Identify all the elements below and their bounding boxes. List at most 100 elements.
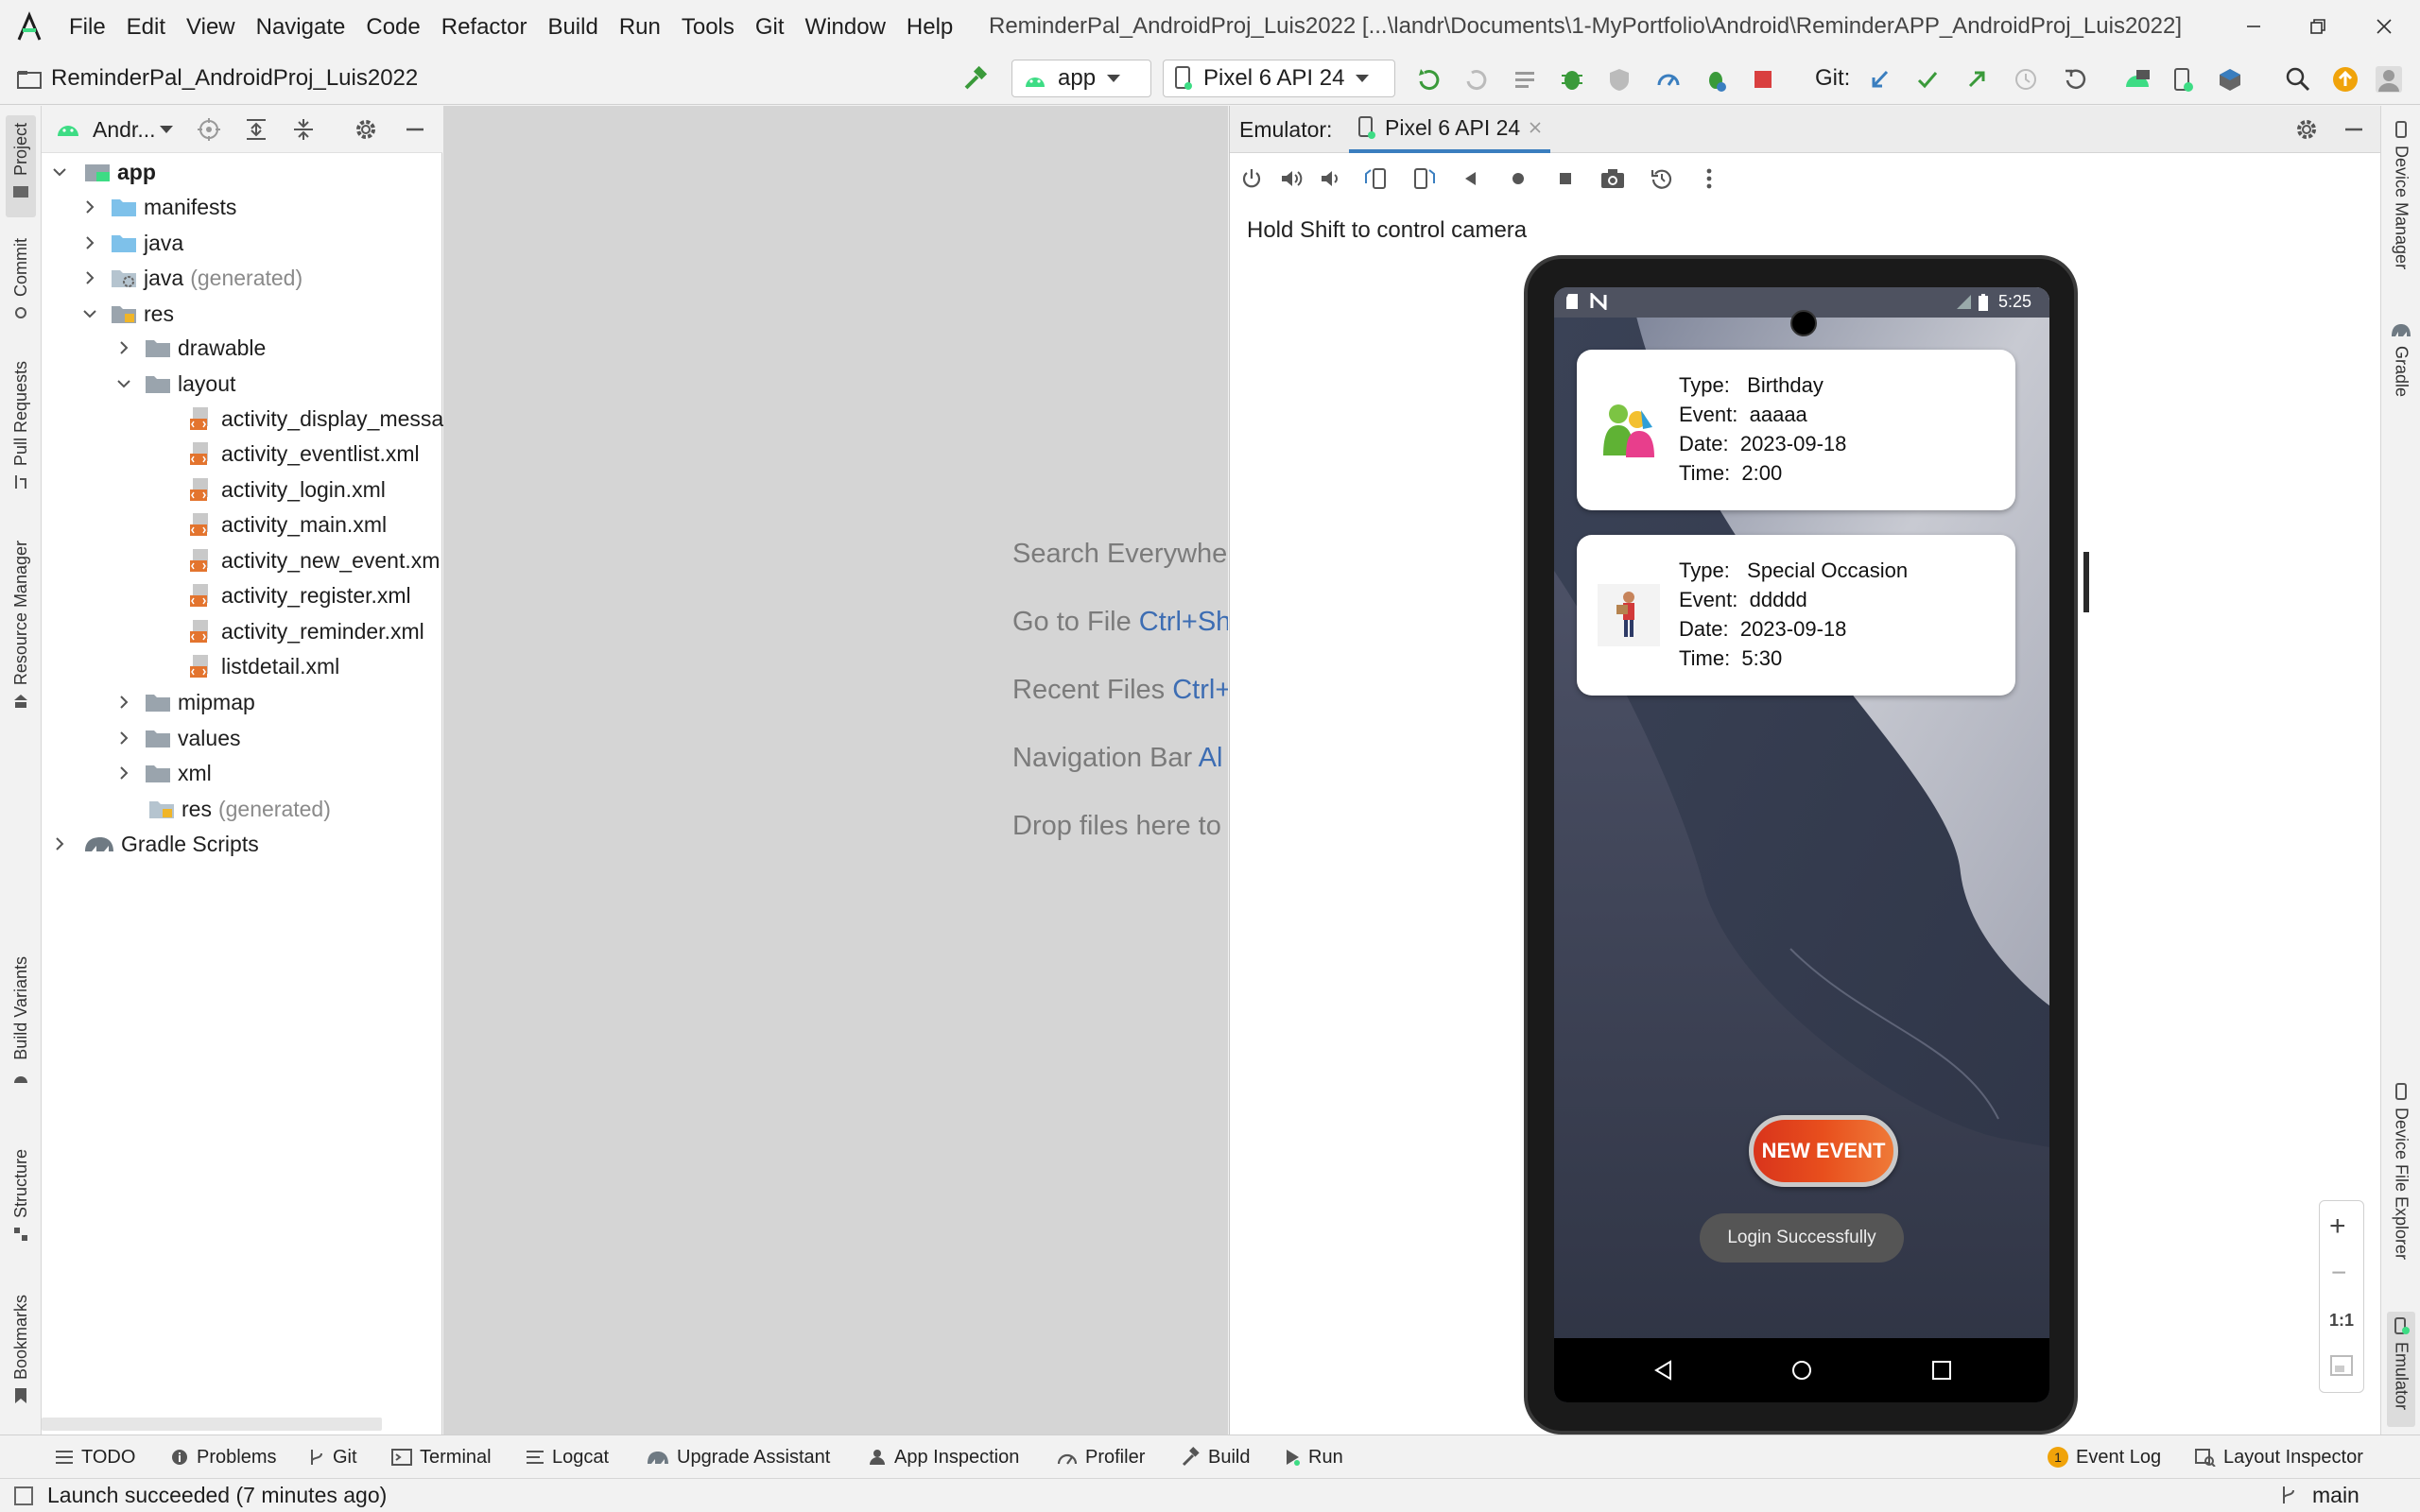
tab-build[interactable]: Build (1180, 1435, 1250, 1479)
menu-build[interactable]: Build (537, 14, 608, 41)
chevron-down-icon[interactable] (159, 125, 174, 134)
git-branch-widget[interactable]: main (2312, 1483, 2360, 1508)
minimize-button[interactable] (2235, 8, 2273, 45)
tab-commit[interactable]: Commit (6, 238, 36, 333)
tree-item-java-generated[interactable]: java (generated) (81, 261, 302, 295)
coverage-icon[interactable] (1603, 63, 1635, 95)
tab-device-manager[interactable]: Device Manager (2387, 121, 2415, 310)
chevron-down-icon[interactable] (51, 163, 68, 180)
tab-project[interactable]: Project (6, 115, 36, 217)
search-icon[interactable] (2282, 63, 2314, 95)
tree-item-layout-file[interactable]: activity_display_messag (182, 402, 456, 436)
close-window-button[interactable] (2365, 8, 2403, 45)
avd-manager-icon[interactable] (2121, 63, 2153, 95)
rotate-left-icon[interactable] (1360, 163, 1392, 195)
git-push-icon[interactable] (1961, 63, 1993, 95)
tab-problems[interactable]: Problems (170, 1435, 276, 1479)
chevron-right-icon[interactable] (51, 835, 68, 852)
tab-device-file-explorer[interactable]: Device File Explorer (2387, 1083, 2415, 1291)
tab-profiler[interactable]: Profiler (1057, 1435, 1145, 1479)
chevron-right-icon[interactable] (115, 730, 132, 747)
chevron-down-icon[interactable] (115, 375, 132, 392)
tree-item-layout-file[interactable]: activity_eventlist.xml (182, 437, 420, 471)
project-name-breadcrumb[interactable]: ReminderPal_AndroidProj_Luis2022 (51, 65, 418, 92)
tree-item-layout-file[interactable]: activity_new_event.xm (182, 543, 440, 577)
tree-item-drawable[interactable]: drawable (115, 331, 266, 365)
menu-code[interactable]: Code (355, 14, 430, 41)
git-update-icon[interactable] (1864, 63, 1896, 95)
tab-bookmarks[interactable]: Bookmarks (6, 1295, 36, 1427)
tab-upgrade-assistant[interactable]: Upgrade Assistant (647, 1435, 830, 1479)
tree-item-layout-file[interactable]: listdetail.xml (182, 649, 339, 683)
chevron-down-icon[interactable] (81, 305, 98, 322)
tab-event-log[interactable]: 1 Event Log (2048, 1435, 2161, 1479)
git-history-icon[interactable] (2010, 63, 2042, 95)
tab-app-inspection[interactable]: App Inspection (868, 1435, 1019, 1479)
zoom-actual-size-button[interactable]: 1:1 (2329, 1311, 2354, 1331)
menu-tools[interactable]: Tools (671, 14, 745, 41)
tree-item-java[interactable]: java (81, 226, 183, 260)
run-tests-icon[interactable] (1509, 63, 1541, 95)
tree-item-values[interactable]: values (115, 721, 240, 755)
tab-gradle[interactable]: Gradle (2387, 321, 2415, 435)
chevron-right-icon[interactable] (81, 198, 98, 215)
menu-git[interactable]: Git (745, 14, 795, 41)
hide-panel-icon[interactable] (2342, 117, 2366, 142)
nav-home-icon[interactable] (1790, 1359, 1813, 1382)
tree-item-xml[interactable]: xml (115, 756, 212, 790)
apply-changes-icon[interactable] (1412, 63, 1444, 95)
zoom-out-button[interactable]: − (2331, 1258, 2346, 1288)
snapshot-icon[interactable] (1646, 163, 1678, 195)
tree-item-app[interactable]: app (51, 155, 156, 189)
tree-item-layout-file[interactable]: activity_register.xml (182, 578, 411, 612)
settings-gear-icon[interactable] (354, 117, 378, 142)
tab-run[interactable]: Run (1284, 1435, 1343, 1479)
tab-git[interactable]: Git (308, 1435, 357, 1479)
tree-item-manifests[interactable]: manifests (81, 190, 236, 224)
zoom-in-button[interactable]: + (2329, 1211, 2346, 1243)
debug-bug-icon[interactable] (1556, 63, 1588, 95)
zoom-fit-icon[interactable] (2329, 1354, 2354, 1377)
run-config-select[interactable]: app (1011, 60, 1151, 97)
nav-back-icon[interactable] (1652, 1359, 1675, 1382)
profiler-icon[interactable] (1652, 63, 1685, 95)
chevron-right-icon[interactable] (115, 339, 132, 356)
git-commit-icon[interactable] (1911, 63, 1944, 95)
tab-terminal[interactable]: Terminal (391, 1435, 492, 1479)
sdk-manager-icon[interactable] (2214, 63, 2246, 95)
tree-item-gradle-scripts[interactable]: Gradle Scripts (51, 827, 259, 861)
settings-gear-icon[interactable] (2294, 117, 2319, 142)
menu-view[interactable]: View (176, 14, 246, 41)
screenshot-camera-icon[interactable] (1597, 163, 1629, 195)
menu-run[interactable]: Run (609, 14, 671, 41)
tab-emulator-device[interactable]: Pixel 6 API 24 (1349, 106, 1551, 153)
build-hammer-icon[interactable] (959, 63, 991, 95)
menu-file[interactable]: File (59, 14, 116, 41)
menu-navigate[interactable]: Navigate (246, 14, 356, 41)
tree-item-layout-file[interactable]: activity_reminder.xml (182, 614, 424, 648)
status-toggle-icon[interactable] (13, 1486, 34, 1506)
tab-structure[interactable]: Structure (6, 1149, 36, 1266)
tab-build-variants[interactable]: Build Variants (6, 956, 36, 1108)
menu-refactor[interactable]: Refactor (431, 14, 538, 41)
more-options-icon[interactable] (1693, 163, 1725, 195)
horizontal-scrollbar[interactable] (42, 1418, 382, 1431)
back-icon[interactable] (1455, 163, 1487, 195)
menu-edit[interactable]: Edit (116, 14, 176, 41)
collapse-all-icon[interactable] (291, 117, 316, 142)
volume-down-icon[interactable] (1315, 163, 1347, 195)
project-view-selector[interactable]: Andr... (93, 117, 155, 143)
rotate-right-icon[interactable] (1408, 163, 1440, 195)
new-event-button[interactable]: NEW EVENT (1749, 1115, 1898, 1187)
tab-todo[interactable]: TODO (55, 1435, 135, 1479)
attach-debugger-icon[interactable] (1700, 63, 1732, 95)
chevron-right-icon[interactable] (115, 765, 132, 782)
chevron-right-icon[interactable] (81, 269, 98, 286)
expand-all-icon[interactable] (244, 117, 268, 142)
tab-layout-inspector[interactable]: Layout Inspector (2195, 1435, 2363, 1479)
menu-help[interactable]: Help (896, 14, 963, 41)
rollback-icon[interactable] (2059, 63, 2091, 95)
tab-emulator[interactable]: Emulator (2387, 1312, 2415, 1427)
tree-item-res-generated[interactable]: res (generated) (110, 792, 331, 826)
event-card[interactable]: Type: Special Occasion Event: ddddd Date… (1577, 535, 2015, 696)
